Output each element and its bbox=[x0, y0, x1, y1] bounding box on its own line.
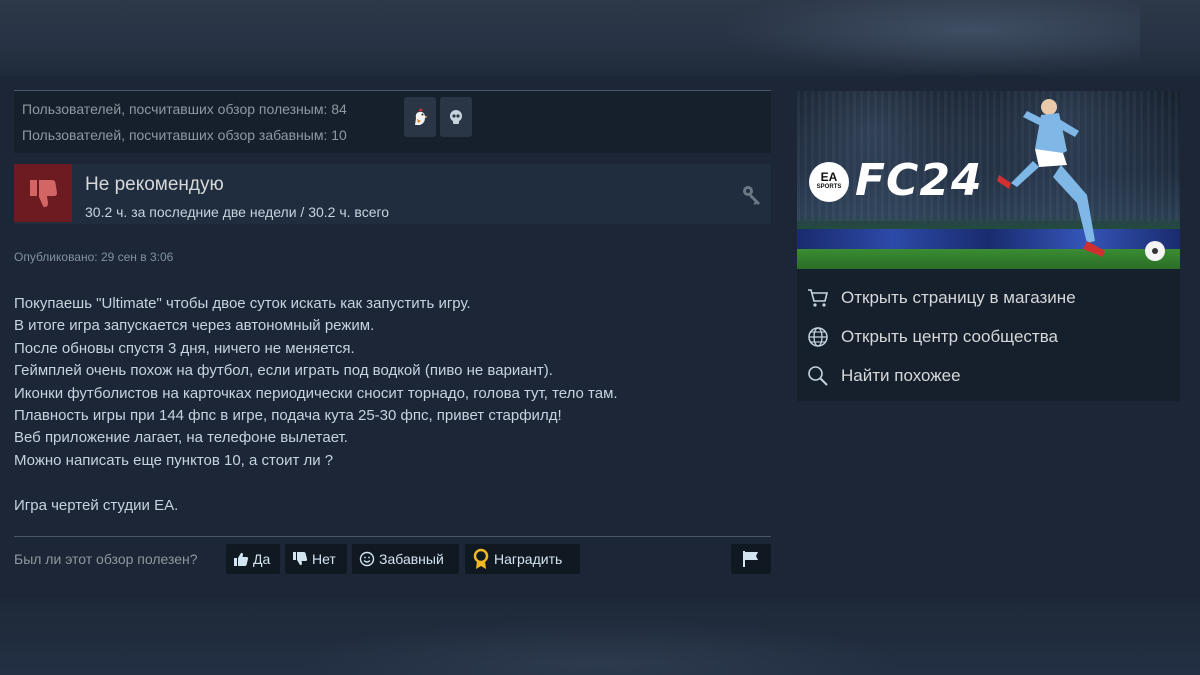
vote-yes-button[interactable]: Да bbox=[226, 544, 280, 574]
review-column: Пользователей, посчитавших обзор полезны… bbox=[14, 90, 771, 574]
player-figure bbox=[997, 99, 1165, 261]
vote-no-button[interactable]: Нет bbox=[285, 544, 347, 574]
recommendation-title: Не рекомендую bbox=[85, 174, 224, 195]
top-banner bbox=[0, 0, 1200, 76]
game-banner-image[interactable]: EA SPORTS FC24 bbox=[797, 91, 1180, 269]
playtime-text: 30.2 ч. за последние две недели / 30.2 ч… bbox=[85, 204, 390, 220]
vote-funny-label: Забавный bbox=[379, 551, 444, 567]
review-line: Плавность игры при 144 фпс в игре, подач… bbox=[14, 407, 562, 425]
review-line: Иконки футболистов на карточках периодич… bbox=[14, 384, 618, 402]
review-line: Можно написать еще пунктов 10, а стоит л… bbox=[14, 451, 334, 469]
award-chicken-icon[interactable] bbox=[404, 97, 436, 137]
game-logo-text: FC24 bbox=[855, 155, 983, 206]
review-line: Игра чертей студии EA. bbox=[14, 496, 179, 514]
key-icon bbox=[741, 184, 763, 211]
posted-date: Опубликовано: 29 сен в 3:06 bbox=[14, 250, 174, 264]
cart-icon bbox=[808, 289, 829, 307]
flag-icon bbox=[743, 551, 758, 567]
ea-logo-subtext: SPORTS bbox=[816, 184, 842, 190]
award-button[interactable]: Наградить bbox=[465, 544, 580, 574]
thumbs-down-icon bbox=[293, 552, 308, 566]
award-label: Наградить bbox=[494, 551, 563, 567]
award-medal-icon bbox=[473, 548, 489, 569]
open-community-hub-label: Открыть центр сообщества bbox=[841, 327, 1059, 346]
review-blank-line bbox=[14, 472, 754, 494]
funny-count-text: Пользователей, посчитавших обзор забавны… bbox=[22, 127, 347, 143]
vote-funny-button[interactable]: Забавный bbox=[352, 544, 459, 574]
review-line: Веб приложение лагает, на телефоне вылет… bbox=[14, 429, 348, 447]
bottom-banner bbox=[0, 598, 1200, 675]
recommendation-header: Не рекомендую 30.2 ч. за последние две н… bbox=[14, 164, 771, 224]
vote-yes-label: Да bbox=[253, 551, 271, 567]
review-line: Геймплей очень похож на футбол, если игр… bbox=[14, 362, 553, 380]
thumbs-up-icon bbox=[234, 552, 249, 566]
open-store-page-label: Открыть страницу в магазине bbox=[841, 288, 1076, 307]
helpful-count-text: Пользователей, посчитавших обзор полезны… bbox=[22, 101, 347, 117]
smiley-icon bbox=[359, 551, 375, 567]
vote-no-label: Нет bbox=[312, 551, 336, 567]
review-line: В итоге игра запускается через автономны… bbox=[14, 317, 375, 335]
review-line: Покупаешь "Ultimate" чтобы двое суток ис… bbox=[14, 295, 471, 312]
vote-stats: Пользователей, посчитавших обзор полезны… bbox=[14, 90, 771, 153]
divider bbox=[14, 536, 771, 537]
find-similar-label: Найти похожее bbox=[841, 366, 961, 385]
report-flag-button[interactable] bbox=[731, 544, 771, 574]
open-community-hub-link[interactable]: Открыть центр сообщества bbox=[797, 318, 1180, 354]
ea-logo-text: EA bbox=[820, 170, 838, 184]
open-store-page-link[interactable]: Открыть страницу в магазине bbox=[797, 279, 1180, 315]
review-body: Покупаешь "Ultimate" чтобы двое суток ис… bbox=[14, 293, 754, 517]
thumbs-down-icon bbox=[14, 164, 72, 222]
globe-icon bbox=[808, 327, 828, 347]
search-icon bbox=[808, 366, 828, 386]
find-similar-link[interactable]: Найти похожее bbox=[797, 357, 1180, 393]
game-side-panel: EA SPORTS FC24 Открыть страницу в магази… bbox=[797, 91, 1180, 401]
helpful-question: Был ли этот обзор полезен? bbox=[14, 551, 198, 567]
review-line: После обновы спустя 3 дня, ничего не мен… bbox=[14, 339, 355, 357]
helpful-bar: Был ли этот обзор полезен? Да Нет Забавн… bbox=[14, 544, 771, 574]
award-skull-icon[interactable] bbox=[440, 97, 472, 137]
ea-sports-logo: EA SPORTS bbox=[809, 162, 849, 202]
